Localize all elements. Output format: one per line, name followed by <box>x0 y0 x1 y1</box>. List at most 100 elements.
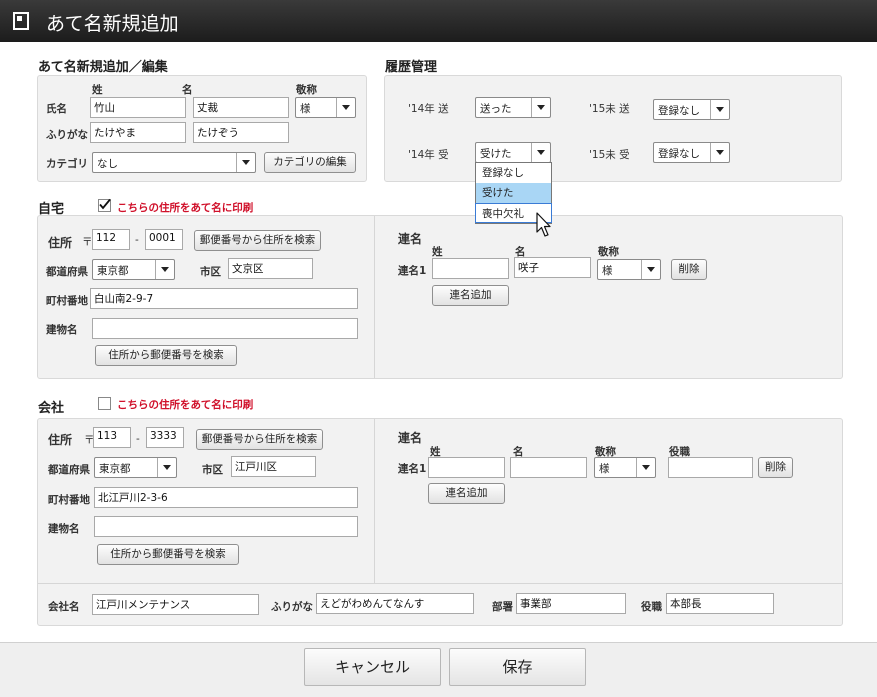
company-heading: 会社 <box>38 401 65 416</box>
home-joint-keisho-select[interactable]: 様 <box>597 259 661 280</box>
home-zip2-input[interactable]: 0001 <box>145 229 183 250</box>
home-zip-search-button[interactable]: 郵便番号から住所を検索 <box>194 230 321 251</box>
title-input[interactable]: 本部長 <box>666 593 774 614</box>
company-joint-mei-input[interactable] <box>510 457 587 478</box>
category-select[interactable]: なし <box>92 152 256 173</box>
sei-input[interactable]: 竹山 <box>90 97 186 118</box>
chevron-down-icon <box>531 98 550 117</box>
category-label: カテゴリ <box>46 158 88 170</box>
company-joint-keisho-select[interactable]: 様 <box>594 457 656 478</box>
company-street-input[interactable]: 北江戸川2-3-6 <box>94 487 358 508</box>
company-joint-yakushoku-input[interactable] <box>668 457 753 478</box>
home-addr-label: 住所 <box>48 236 73 250</box>
col-mei: 名 <box>182 84 193 96</box>
company-kana-input[interactable]: えどがわめんてなんす <box>316 593 474 614</box>
company-name-input[interactable]: 江戸川メンテナンス <box>92 594 259 615</box>
zip-dash: - <box>135 234 139 246</box>
company-pref-label: 都道府県 <box>48 464 90 476</box>
chevron-down-icon <box>710 100 729 119</box>
history-r1b-label: '15未 送 <box>589 103 630 115</box>
company-building-label: 建物名 <box>48 523 80 535</box>
home-joint-delete-button[interactable]: 削除 <box>671 259 707 280</box>
divider <box>374 419 375 583</box>
company-kana-label: ふりがな <box>271 601 313 613</box>
zip-dash: - <box>136 433 140 445</box>
home-print-label: こちらの住所をあて名に印刷 <box>117 202 254 214</box>
home-joint-col-sei: 姓 <box>432 246 443 258</box>
home-joint-sei-input[interactable] <box>432 258 509 279</box>
mei-kana-input[interactable]: たけぞう <box>193 122 289 143</box>
history-r1-select[interactable]: 送った <box>475 97 551 118</box>
save-button[interactable]: 保存 <box>449 648 586 686</box>
furigana-label: ふりがな <box>46 129 88 141</box>
company-street-label: 町村番地 <box>48 494 90 506</box>
history-r1b-select[interactable]: 登録なし <box>653 99 730 120</box>
category-edit-button[interactable]: カテゴリの編集 <box>264 152 356 173</box>
company-print-label: こちらの住所をあて名に印刷 <box>117 399 254 411</box>
company-city-label: 市区 <box>202 464 223 476</box>
home-street-input[interactable]: 白山南2-9-7 <box>90 288 358 309</box>
history-r2-select[interactable]: 受けた <box>475 142 551 163</box>
company-joint-label: 連名1 <box>398 463 427 475</box>
home-print-checkbox[interactable] <box>98 198 111 212</box>
company-city-input[interactable]: 江戸川区 <box>231 456 316 477</box>
history-r2b-label: '15未 受 <box>589 149 630 161</box>
home-city-label: 市区 <box>200 266 221 278</box>
chevron-down-icon <box>155 260 174 279</box>
home-pref-select[interactable]: 東京都 <box>92 259 175 280</box>
title-bar: あて名新規追加 <box>0 0 877 42</box>
company-joint-delete-button[interactable]: 削除 <box>758 457 793 478</box>
company-add-joint-button[interactable]: 連名追加 <box>428 483 505 504</box>
document-icon <box>13 12 29 30</box>
dropdown-option[interactable]: 受けた <box>476 183 551 203</box>
edit-heading: あて名新規追加／編集 <box>38 60 168 75</box>
company-name-label: 会社名 <box>48 601 80 613</box>
home-pref-label: 都道府県 <box>46 266 88 278</box>
company-joint-sei-input[interactable] <box>428 457 505 478</box>
dept-input[interactable]: 事業部 <box>516 593 626 614</box>
cursor-icon <box>536 212 551 237</box>
home-joint-label: 連名1 <box>398 265 427 277</box>
chevron-down-icon <box>641 260 660 279</box>
home-joint-col-keisho: 敬称 <box>598 246 619 258</box>
divider <box>374 216 375 378</box>
cancel-button[interactable]: キャンセル <box>304 648 441 686</box>
chevron-down-icon <box>531 143 550 162</box>
name-label: 氏名 <box>46 103 67 115</box>
home-add-joint-button[interactable]: 連名追加 <box>432 285 509 306</box>
home-joint-mei-input[interactable]: 咲子 <box>514 257 591 278</box>
history-r2b-select[interactable]: 登録なし <box>653 142 730 163</box>
company-addr-search-button[interactable]: 住所から郵便番号を検索 <box>97 544 239 565</box>
chevron-down-icon <box>710 143 729 162</box>
company-building-input[interactable] <box>94 516 358 537</box>
sei-kana-input[interactable]: たけやま <box>90 122 186 143</box>
company-zip1-input[interactable]: 113 <box>93 427 131 448</box>
home-joint-heading: 連名 <box>398 232 423 246</box>
title-label: 役職 <box>641 601 662 613</box>
home-building-label: 建物名 <box>46 324 78 336</box>
company-zip-search-button[interactable]: 郵便番号から住所を検索 <box>196 429 323 450</box>
postal-mark: 〒 <box>82 236 93 248</box>
home-building-input[interactable] <box>92 318 358 339</box>
home-zip1-input[interactable]: 112 <box>92 229 130 250</box>
col-sei: 姓 <box>92 84 103 96</box>
col-keisho: 敬称 <box>296 84 317 96</box>
company-addr-label: 住所 <box>48 433 73 447</box>
history-panel <box>384 75 842 182</box>
chevron-down-icon <box>157 458 176 477</box>
dropdown-option[interactable]: 登録なし <box>476 163 551 183</box>
home-city-input[interactable]: 文京区 <box>228 258 313 279</box>
checkmark-icon <box>99 198 111 210</box>
dept-label: 部署 <box>492 601 513 613</box>
window-title: あて名新規追加 <box>46 13 179 35</box>
home-addr-search-button[interactable]: 住所から郵便番号を検索 <box>95 345 237 366</box>
company-print-checkbox[interactable] <box>98 397 111 410</box>
company-zip2-input[interactable]: 3333 <box>146 427 184 448</box>
keisho-select[interactable]: 様 <box>295 97 356 118</box>
mei-input[interactable]: 丈裁 <box>193 97 289 118</box>
divider <box>38 583 842 584</box>
company-pref-select[interactable]: 東京都 <box>94 457 177 478</box>
home-street-label: 町村番地 <box>46 295 88 307</box>
history-heading: 履歴管理 <box>385 60 438 75</box>
chevron-down-icon <box>236 153 255 172</box>
